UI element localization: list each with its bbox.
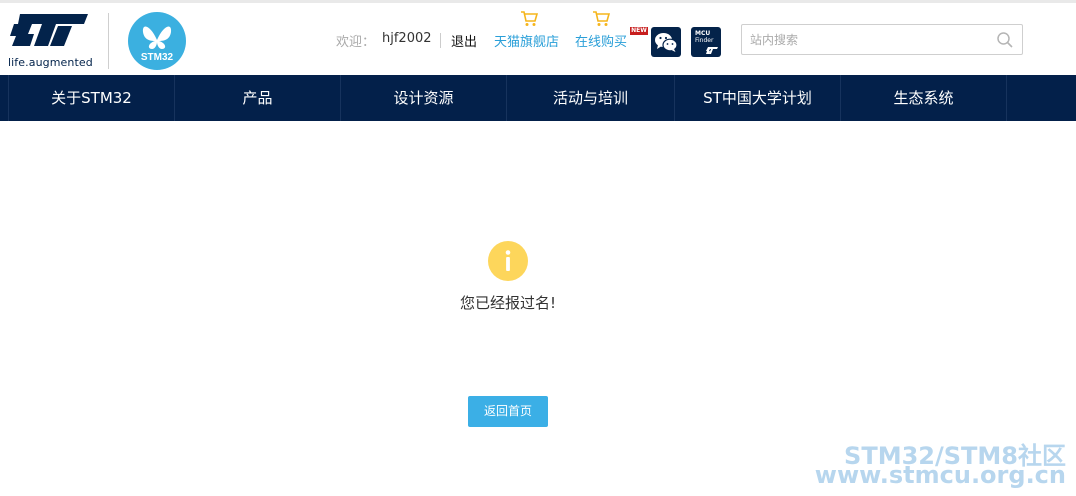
user-separator (440, 33, 441, 48)
shopping-cart-icon[interactable] (520, 10, 538, 27)
stm32-logo-text: STM32 (141, 52, 174, 63)
new-badge: NEW (630, 27, 648, 35)
stm32-logo[interactable]: STM32 (128, 12, 186, 70)
online-purchase-link[interactable]: 在线购买 (575, 31, 627, 50)
status-message: 您已经报过名! (459, 294, 556, 312)
nav-item-events-training[interactable]: 活动与培训 (506, 75, 674, 121)
nav-item-university-program[interactable]: ST中国大学计划 (674, 75, 840, 121)
nav-divider (1006, 75, 1007, 121)
watermark-line2: www.stmcu.org.cn (814, 461, 1066, 489)
info-icon (488, 241, 528, 281)
wechat-icon[interactable] (651, 27, 681, 57)
nav-item-products[interactable]: 产品 (174, 75, 340, 121)
header: life.augmented STM32 欢迎： hjf2002 退出 天猫旗舰… (0, 3, 1076, 75)
search-input[interactable] (750, 25, 990, 54)
shopping-cart-icon[interactable] (592, 10, 610, 27)
st-logo-mark (10, 14, 88, 46)
nav-item-ecosystem[interactable]: 生态系统 (840, 75, 1006, 121)
return-home-button[interactable]: 返回首页 (468, 396, 548, 427)
mcu-finder-line2: Finder (695, 37, 714, 44)
logout-link[interactable]: 退出 (451, 31, 477, 50)
nav-item-about-stm32[interactable]: 关于STM32 (8, 75, 174, 121)
st-logo[interactable]: life.augmented (8, 12, 93, 70)
logo-divider (108, 13, 109, 69)
welcome-label: 欢迎： (336, 35, 376, 50)
st-mini-logo-icon (706, 47, 718, 54)
nav-item-design-resources[interactable]: 设计资源 (340, 75, 506, 121)
username[interactable]: hjf2002 (382, 31, 432, 46)
st-tagline: life.augmented (8, 56, 93, 69)
search-box (741, 24, 1023, 55)
tmall-store-link[interactable]: 天猫旗舰店 (494, 31, 559, 50)
mcu-finder-icon[interactable]: MCU Finder (691, 27, 721, 57)
search-icon[interactable] (996, 31, 1014, 49)
mcu-finder-line1: MCU (695, 30, 711, 37)
main-nav: 关于STM32 产品 设计资源 活动与培训 ST中国大学计划 生态系统 (0, 75, 1076, 121)
